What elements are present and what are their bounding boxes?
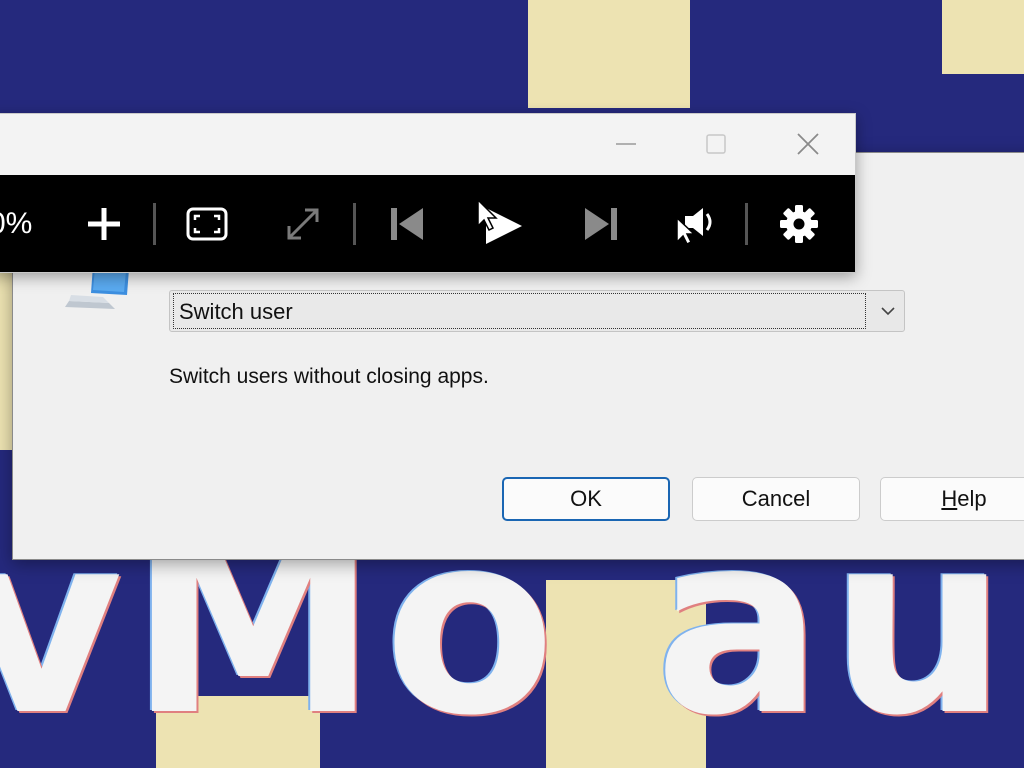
plus-icon <box>88 208 120 240</box>
minimize-icon <box>616 143 636 145</box>
toolbar-separator <box>153 203 156 245</box>
settings-button[interactable] <box>777 202 821 246</box>
help-mnemonic: H <box>941 486 958 511</box>
action-description: Switch users without closing apps. <box>169 365 489 388</box>
title-bar[interactable] <box>0 114 855 174</box>
action-select-value: Switch user <box>173 293 866 329</box>
help-label-rest: elp <box>957 486 987 511</box>
close-button[interactable] <box>778 124 838 164</box>
skip-next-icon <box>585 208 617 240</box>
toolbar-separator <box>353 203 356 245</box>
wallpaper-tile <box>528 0 690 108</box>
help-button[interactable]: Help <box>880 477 1024 521</box>
chevron-down-icon[interactable] <box>878 301 898 321</box>
fit-screen-icon <box>186 207 228 241</box>
ok-button[interactable]: OK <box>502 477 670 521</box>
gear-icon <box>780 205 818 243</box>
skip-previous-icon <box>391 208 423 240</box>
volume-icon <box>676 208 712 246</box>
action-select[interactable]: Switch user <box>169 290 905 332</box>
media-toolbar: 0% <box>0 175 855 272</box>
next-button[interactable] <box>579 202 623 246</box>
volume-button[interactable] <box>675 202 719 246</box>
expand-icon <box>287 208 319 240</box>
maximize-icon <box>706 134 726 154</box>
expand-button[interactable] <box>281 202 325 246</box>
play-icon <box>477 200 522 244</box>
maximize-button[interactable] <box>686 124 746 164</box>
fit-screen-button[interactable] <box>185 202 229 246</box>
toolbar-separator <box>745 203 748 245</box>
wallpaper-tile <box>942 0 1024 74</box>
minimize-button[interactable] <box>596 124 656 164</box>
media-window: 0% <box>0 113 856 273</box>
play-button[interactable] <box>475 200 527 246</box>
previous-button[interactable] <box>385 202 429 246</box>
zoom-in-button[interactable] <box>83 202 125 246</box>
close-icon <box>797 133 819 155</box>
cancel-button[interactable]: Cancel <box>692 477 860 521</box>
zoom-level: 0% <box>0 207 33 240</box>
